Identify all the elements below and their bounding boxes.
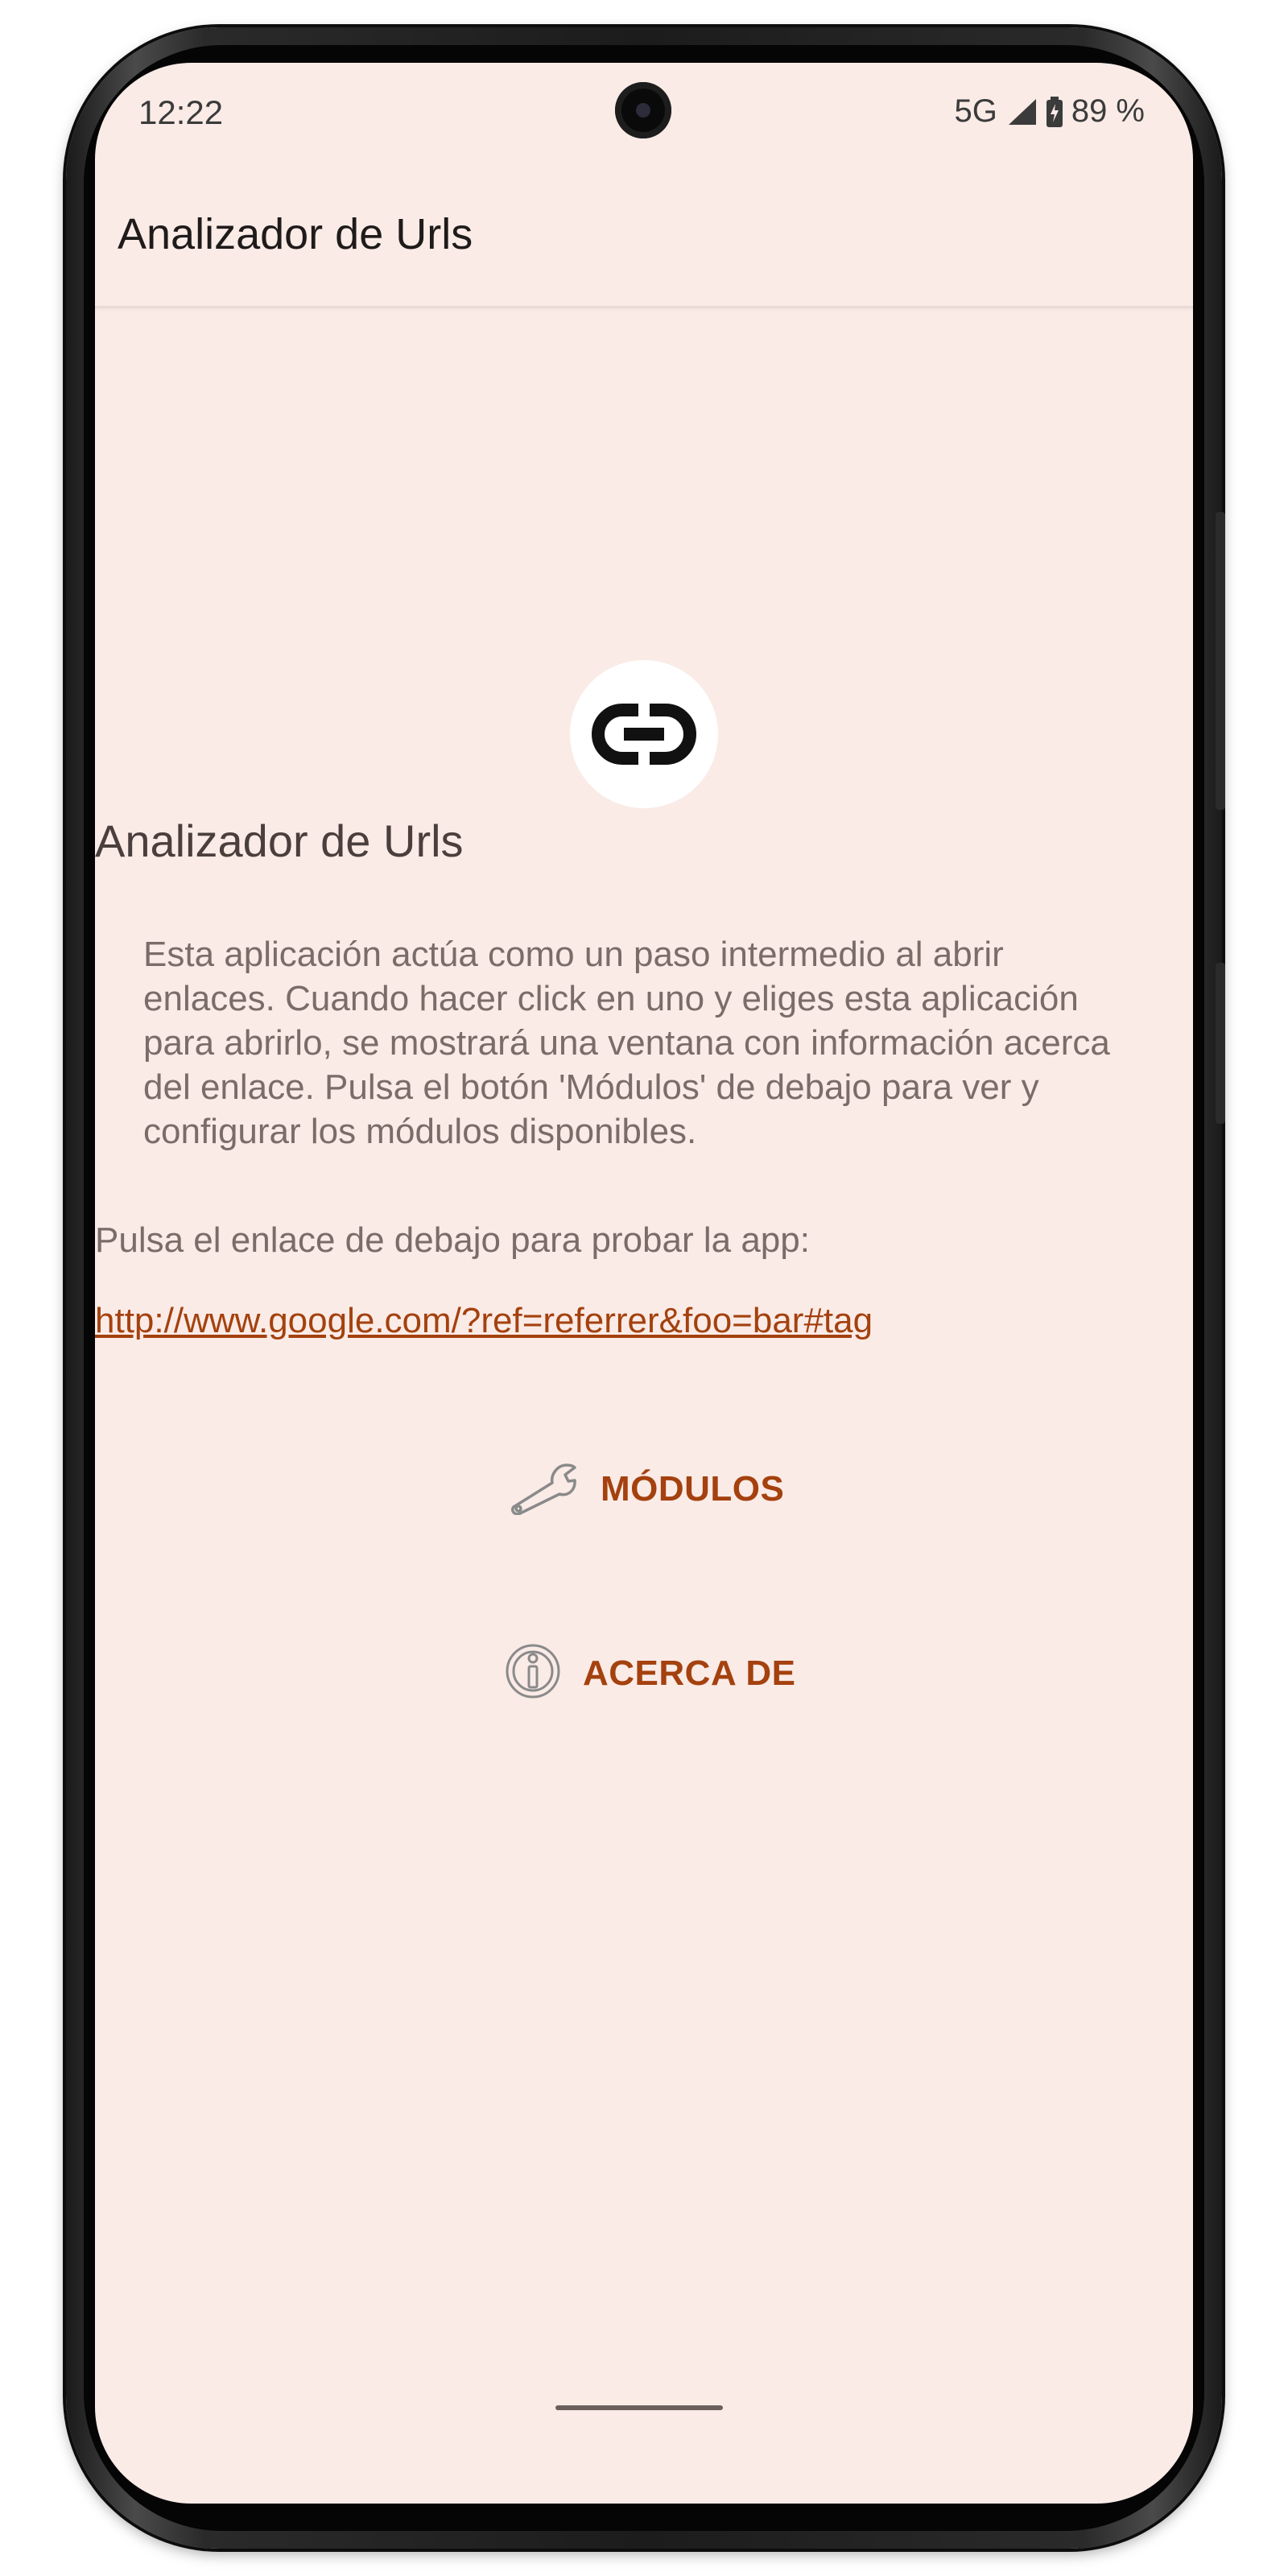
battery-level: 89 % <box>1071 93 1145 129</box>
front-camera <box>615 82 671 138</box>
status-time: 12:22 <box>138 93 224 131</box>
modules-button-label: MÓDULOS <box>601 1468 785 1509</box>
app-name: Analizador de Urls <box>95 815 464 866</box>
app-bar-title: Analizador de Urls <box>118 210 473 258</box>
wrench-icon <box>506 1459 580 1519</box>
network-type: 5G <box>954 93 997 129</box>
app-description: Esta aplicación actúa como un paso inter… <box>143 935 1110 1151</box>
modules-button[interactable]: MÓDULOS <box>506 1459 784 1519</box>
about-button[interactable]: ACERCA DE <box>504 1642 795 1704</box>
about-button-label: ACERCA DE <box>583 1653 796 1693</box>
screen: 12:22 5G 89 % Analizador de Urls Analiza… <box>95 63 1193 2504</box>
power-button <box>1216 963 1225 1124</box>
volume-button <box>1216 512 1225 810</box>
info-icon <box>504 1642 562 1704</box>
try-label: Pulsa el enlace de debajo para probar la… <box>95 1220 810 1260</box>
battery-charging-icon <box>1046 96 1063 128</box>
signal-icon <box>1005 96 1038 128</box>
home-indicator[interactable] <box>555 2405 723 2410</box>
app-bar: Analizador de Urls <box>95 167 1193 308</box>
link-icon <box>570 660 718 808</box>
status-bar: 12:22 5G 89 % <box>95 63 1193 167</box>
status-indicators: 5G 89 % <box>954 93 1145 130</box>
test-link[interactable]: http://www.google.com/?ref=referrer&foo=… <box>95 1301 1193 1341</box>
